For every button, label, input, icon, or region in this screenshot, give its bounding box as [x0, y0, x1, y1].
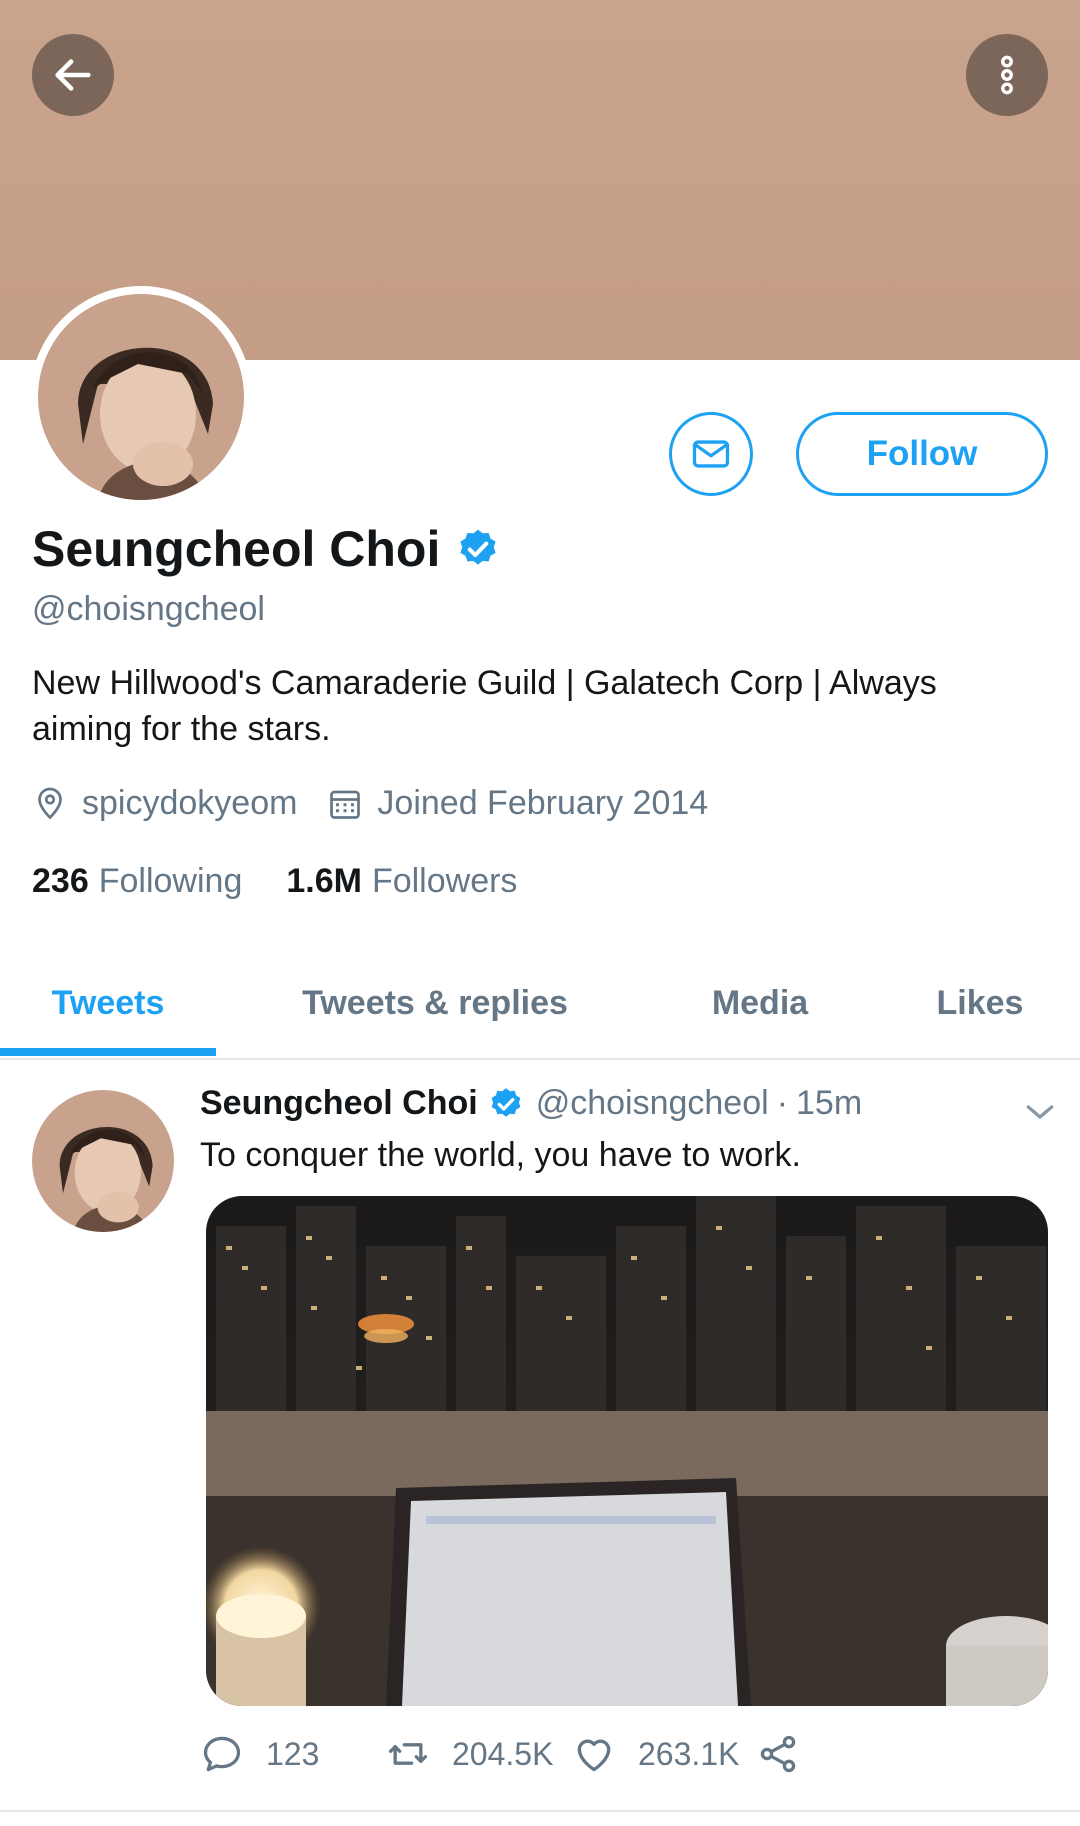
chevron-down-icon[interactable]	[1020, 1092, 1060, 1132]
tab-tweets-replies[interactable]: Tweets & replies	[270, 948, 600, 1058]
like-count: 263.1K	[638, 1735, 740, 1772]
profile-handle: @choisngcheol	[32, 590, 265, 628]
tweet-text: To conquer the world, you have to work.	[200, 1136, 801, 1174]
separator: ·	[776, 1084, 789, 1122]
tweet-author-name[interactable]: Seungcheol Choi	[200, 1084, 478, 1123]
follow-button[interactable]: Follow	[796, 412, 1048, 496]
reply-count: 123	[266, 1735, 320, 1772]
share-icon	[760, 1735, 796, 1773]
join-date: Joined February 2014	[327, 784, 708, 823]
share-button[interactable]	[756, 1732, 822, 1776]
location: spicydokyeom	[32, 784, 297, 823]
retweet-count: 204.5K	[452, 1735, 554, 1772]
more-options-button[interactable]	[966, 34, 1048, 116]
tweet-avatar[interactable]	[32, 1090, 174, 1232]
profile-stats: 236 Following 1.6M Followers	[32, 862, 561, 901]
tweet-photo[interactable]	[206, 1196, 1048, 1706]
tweet-header: Seungcheol Choi @choisngcheol · 15m	[200, 1084, 862, 1123]
calendar-icon	[330, 790, 361, 819]
retweet-icon	[388, 1743, 428, 1765]
profile-name: Seungcheol Choi	[32, 521, 441, 577]
arrow-left-icon	[55, 59, 91, 91]
profile-tabs: Tweets Tweets & replies Media Likes	[0, 948, 1080, 1060]
tweet-actions: 123 204.5K 263.1K	[200, 1732, 1060, 1792]
profile-avatar[interactable]	[30, 286, 252, 508]
verified-badge-icon	[491, 1087, 521, 1117]
avatar-image	[38, 294, 244, 500]
reply-button[interactable]: 123	[200, 1732, 319, 1776]
more-vertical-icon	[1001, 55, 1013, 95]
profile-meta: spicydokyeom Joined February 2014	[32, 784, 738, 823]
following-count: 236	[32, 862, 89, 900]
profile-name-row: Seungcheol Choi	[32, 520, 500, 578]
followers-label: Followers	[371, 862, 518, 900]
active-tab-indicator	[0, 1048, 216, 1056]
tweet-author-handle: @choisngcheol	[535, 1084, 769, 1122]
like-button[interactable]: 263.1K	[572, 1732, 739, 1776]
location-text: spicydokyeom	[82, 784, 298, 822]
message-button[interactable]	[669, 412, 753, 496]
join-date-text: Joined February 2014	[377, 784, 709, 822]
following-stat[interactable]: 236 Following	[32, 862, 242, 901]
verified-badge-icon	[460, 529, 496, 565]
tweet-time: 15m	[796, 1084, 863, 1122]
location-pin-icon	[38, 787, 62, 819]
tab-media[interactable]: Media	[670, 948, 850, 1058]
heart-icon	[577, 1739, 611, 1772]
comment-icon	[203, 1736, 241, 1772]
mail-icon	[692, 440, 730, 468]
profile-bio: New Hillwood's Camaraderie Guild | Galat…	[32, 664, 937, 748]
divider	[0, 1810, 1080, 1812]
followers-stat[interactable]: 1.6M Followers	[286, 862, 517, 901]
following-label: Following	[98, 862, 243, 900]
tab-tweets[interactable]: Tweets	[0, 948, 216, 1058]
back-button[interactable]	[32, 34, 114, 116]
city-night-photo	[206, 1196, 1048, 1706]
tab-likes[interactable]: Likes	[900, 948, 1060, 1058]
retweet-button[interactable]: 204.5K	[386, 1732, 553, 1776]
tweet-avatar-image	[32, 1090, 174, 1232]
followers-count: 1.6M	[286, 862, 362, 900]
